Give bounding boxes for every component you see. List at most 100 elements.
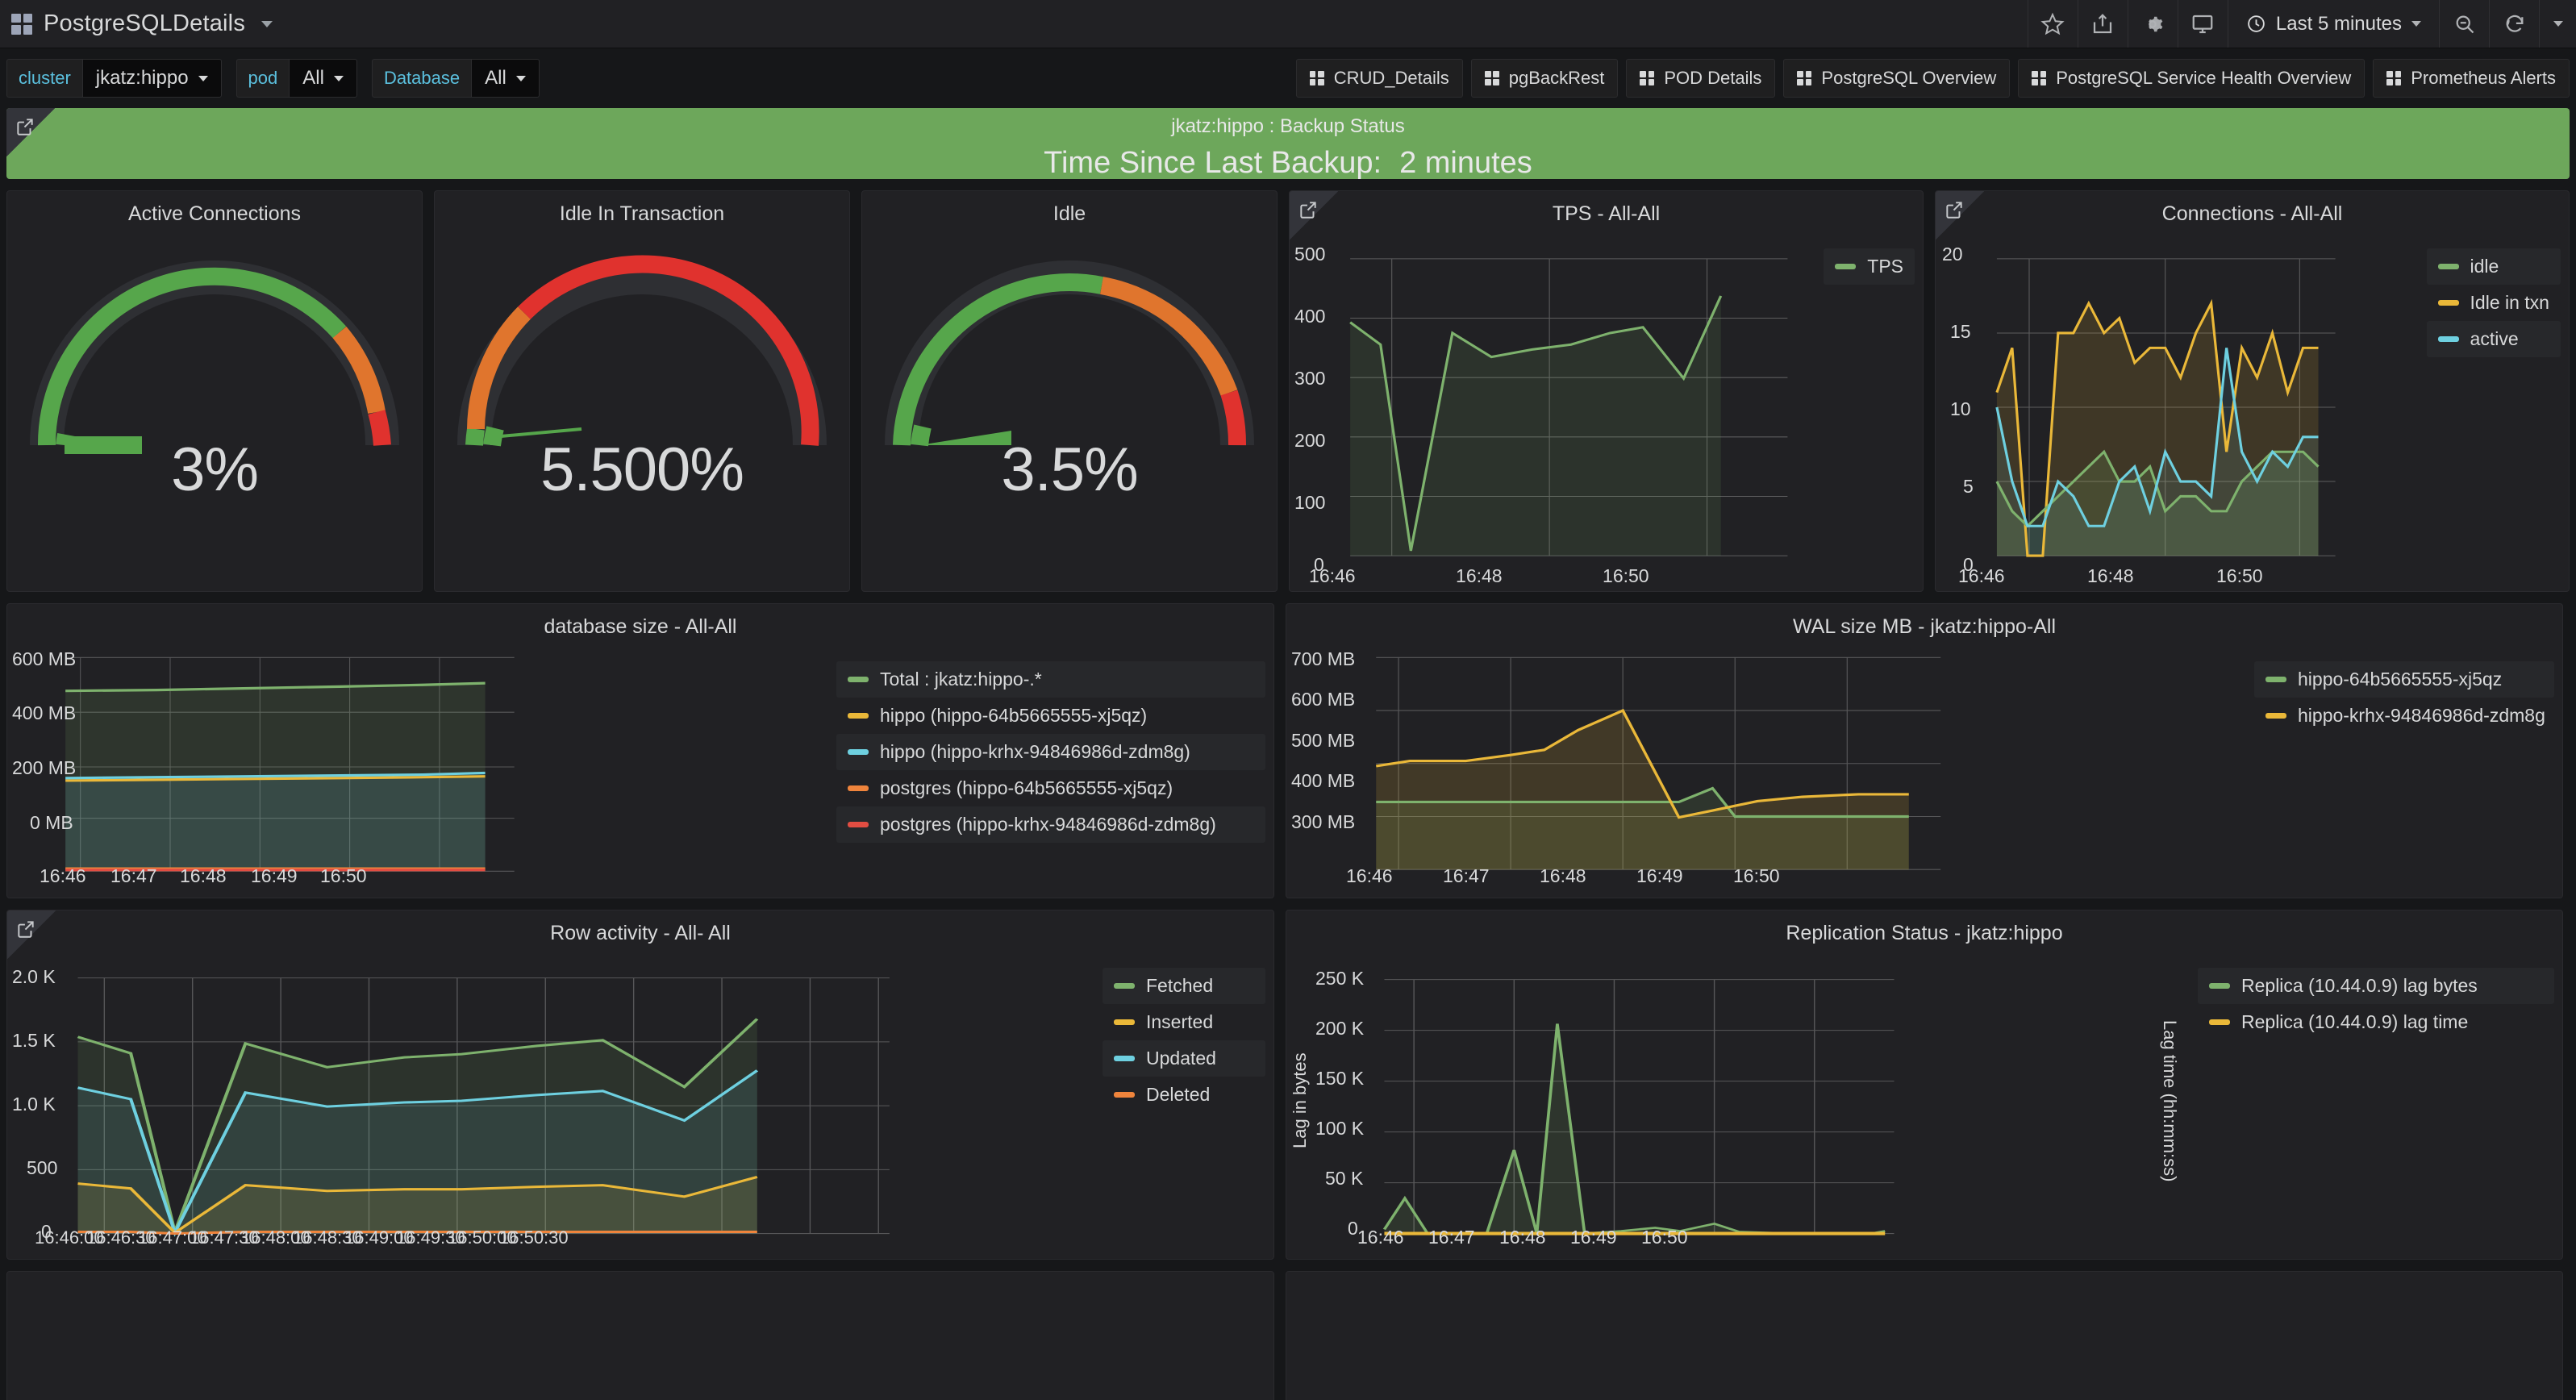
legend-item-fetched[interactable]: Fetched <box>1103 968 1265 1004</box>
legend-item-active[interactable]: active <box>2426 321 2561 357</box>
legend-label: postgres (hippo-64b5665555-xj5qz) <box>880 777 1173 798</box>
external-link-icon[interactable] <box>1944 199 1965 220</box>
legend: TPS <box>1809 226 1923 589</box>
legend-label: active <box>2470 328 2519 349</box>
refresh-interval-dropdown[interactable] <box>2539 0 2576 48</box>
plot-area[interactable]: 500 400 300 200 100 0 16:46 16:48 16:50 <box>1290 226 1809 589</box>
backup-metric-label: Time Since Last Backup: <box>1044 146 1382 179</box>
legend-item-postgres-zdm8g[interactable]: postgres (hippo-krhx-94846986d-zdm8g) <box>836 806 1265 843</box>
legend-item-hippo-xj5qz[interactable]: hippo (hippo-64b5665555-xj5qz) <box>836 698 1265 734</box>
page-title[interactable]: PostgreSQLDetails <box>44 10 273 37</box>
dashboard-grid-icon <box>2386 71 2402 85</box>
chevron-down-icon <box>515 75 526 81</box>
panel-backup-status: jkatz:hippo : Backup Status Time Since L… <box>6 108 2570 179</box>
legend-label: hippo (hippo-krhx-94846986d-zdm8g) <box>880 741 1190 762</box>
dashboard-link-postgresql-overview[interactable]: PostgreSQL Overview <box>1783 59 2011 98</box>
legend-item-idle-in-txn[interactable]: Idle in txn <box>2427 285 2561 321</box>
legend: hippo-64b5665555-xj5qz hippo-krhx-948469… <box>2240 639 2562 895</box>
legend-item-idle[interactable]: idle <box>2426 248 2561 285</box>
gauge-value: 3.5% <box>1001 435 1138 504</box>
external-link-icon[interactable] <box>1298 199 1319 220</box>
gauge-value: 5.500% <box>540 435 744 504</box>
legend-swatch <box>2265 713 2286 719</box>
legend-label: hippo-krhx-94846986d-zdm8g <box>2298 705 2545 726</box>
y-axis-label-left: Lag in bytes <box>1290 1052 1310 1149</box>
variable-cluster[interactable]: cluster jkatz:hippo <box>6 59 222 98</box>
navbar-actions: Last 5 minutes <box>2027 0 2576 48</box>
legend-label: hippo (hippo-64b5665555-xj5qz) <box>880 705 1148 726</box>
dashboard-link-pod-details[interactable]: POD Details <box>1626 59 1776 98</box>
legend-item-tps[interactable]: TPS <box>1824 248 1915 285</box>
panel-title: Active Connections <box>128 202 302 225</box>
legend-swatch <box>2209 1019 2230 1025</box>
zoom-out-icon[interactable] <box>2439 0 2489 48</box>
variable-pod[interactable]: pod All <box>236 59 357 98</box>
legend-item-postgres-xj5qz[interactable]: postgres (hippo-64b5665555-xj5qz) <box>836 770 1265 806</box>
legend-swatch <box>848 749 869 755</box>
plot-area[interactable]: 700 MB 600 MB 500 MB 400 MB 300 MB 16:46… <box>1286 639 2240 895</box>
dashboard-row-3: Row activity - All- All 2.0 K 1.5 K 1.0 … <box>6 910 2570 1260</box>
legend-item-hippo-zdm8g[interactable]: hippo-krhx-94846986d-zdm8g <box>2254 698 2554 734</box>
external-link-icon[interactable] <box>15 919 36 940</box>
external-link-icon[interactable] <box>15 116 35 137</box>
panel-title: Connections - All-All <box>2161 202 2343 225</box>
dashboard-link-label: pgBackRest <box>1508 68 1605 88</box>
legend-item-total[interactable]: Total : jkatz:hippo-.* <box>836 661 1265 698</box>
legend-item-inserted[interactable]: Inserted <box>1103 1004 1265 1040</box>
legend-item-updated[interactable]: Updated <box>1103 1040 1265 1077</box>
database-size-plot <box>65 656 515 872</box>
graph-body: 500 400 300 200 100 0 16:46 16:48 16:50 <box>1290 226 1923 589</box>
time-range-picker[interactable]: Last 5 minutes <box>2227 0 2439 48</box>
plot-area[interactable]: 20 15 10 5 0 16:46 16:48 16:50 <box>1936 226 2412 589</box>
graph-body: 20 15 10 5 0 16:46 16:48 16:50 idle Idle… <box>1936 226 2569 589</box>
variable-pod-label: pod <box>236 59 290 98</box>
legend-item-replica-lag-bytes[interactable]: Replica (10.44.0.9) lag bytes <box>2198 968 2554 1004</box>
variable-database-value-text: All <box>485 67 506 89</box>
legend-label: Replica (10.44.0.9) lag bytes <box>2241 975 2478 996</box>
plot-area[interactable]: 600 MB 400 MB 200 MB 0 MB 16:46 16:47 16… <box>7 639 822 895</box>
chevron-down-icon[interactable] <box>261 21 273 28</box>
legend-label: TPS <box>1867 256 1904 277</box>
dashboard-grid-icon <box>1797 71 1812 85</box>
legend-swatch <box>1114 1092 1135 1098</box>
legend-swatch <box>848 677 869 682</box>
plot-area[interactable]: 250 K 200 K 150 K 100 K 50 K 0 16:46 16:… <box>1314 945 2156 1256</box>
dashboard-link-postgresql-service-health-overview[interactable]: PostgreSQL Service Health Overview <box>2018 59 2366 98</box>
gear-icon[interactable] <box>2127 0 2178 48</box>
panel-title: Idle <box>1052 202 1086 225</box>
panel-next-left <box>6 1271 1274 1400</box>
row-activity-plot <box>77 977 890 1237</box>
time-range-label: Last 5 minutes <box>2275 12 2402 35</box>
grafana-grid-icon[interactable] <box>11 13 32 35</box>
dashboard-link-pgbackrest[interactable]: pgBackRest <box>1470 59 1619 98</box>
variable-pod-value[interactable]: All <box>289 59 357 98</box>
share-icon[interactable] <box>2077 0 2128 48</box>
panel-active-connections: Active Connections 3% <box>6 190 423 592</box>
dashboard-grid-icon <box>1640 71 1655 85</box>
plot-area[interactable]: 2.0 K 1.5 K 1.0 K 500 0 16:46:00 16:46:3… <box>7 945 1088 1256</box>
legend-item-hippo-zdm8g[interactable]: hippo (hippo-krhx-94846986d-zdm8g) <box>836 734 1265 770</box>
refresh-icon[interactable] <box>2489 0 2539 48</box>
legend-label: postgres (hippo-krhx-94846986d-zdm8g) <box>880 814 1216 835</box>
dashboard-grid: jkatz:hippo : Backup Status Time Since L… <box>0 108 2576 1400</box>
legend: Fetched Inserted Updated Deleted <box>1088 945 1273 1256</box>
variable-database[interactable]: Database All <box>371 59 540 98</box>
variable-cluster-value[interactable]: jkatz:hippo <box>81 59 222 98</box>
tv-icon[interactable] <box>2177 0 2228 48</box>
legend-item-deleted[interactable]: Deleted <box>1103 1077 1265 1113</box>
dashboard-row-2: database size - All-All 600 MB 400 MB 20… <box>6 603 2570 898</box>
dashboard-link-crud-details[interactable]: CRUD_Details <box>1295 59 1463 98</box>
legend-item-replica-lag-time[interactable]: Replica (10.44.0.9) lag time <box>2198 1004 2554 1040</box>
chevron-down-icon <box>2411 21 2421 27</box>
variable-database-value[interactable]: All <box>471 59 540 98</box>
legend-swatch <box>2437 300 2459 306</box>
legend-label: Inserted <box>1146 1011 1214 1032</box>
star-icon[interactable] <box>2027 0 2078 48</box>
legend-label: Fetched <box>1146 975 1214 996</box>
legend-item-hippo-xj5qz[interactable]: hippo-64b5665555-xj5qz <box>2254 661 2554 698</box>
legend-swatch <box>848 822 869 827</box>
legend-swatch <box>848 785 869 791</box>
panel-database-size: database size - All-All 600 MB 400 MB 20… <box>6 603 1274 898</box>
graph-body: 2.0 K 1.5 K 1.0 K 500 0 16:46:00 16:46:3… <box>7 945 1273 1256</box>
dashboard-link-prometheus-alerts[interactable]: Prometheus Alerts <box>2373 59 2570 98</box>
